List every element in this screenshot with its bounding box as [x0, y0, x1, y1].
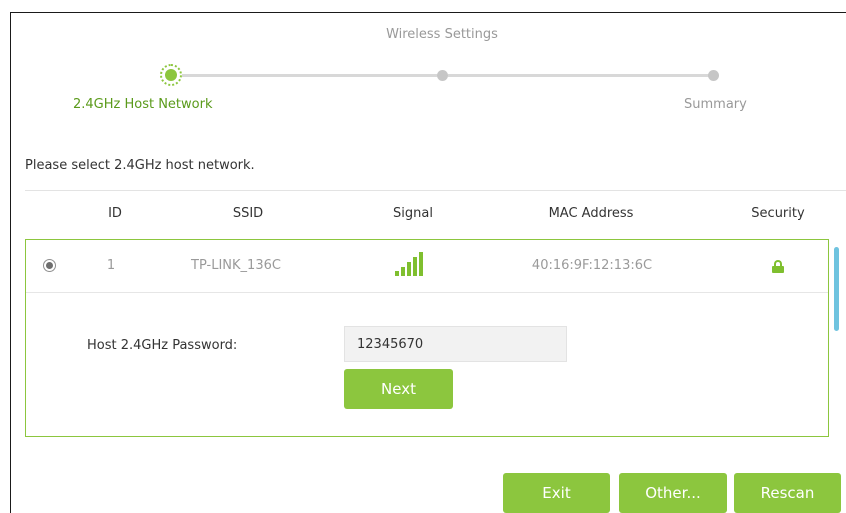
- column-header-mac: MAC Address: [548, 206, 634, 221]
- row-divider: [26, 292, 828, 293]
- step-dot-3: [708, 70, 719, 81]
- progress-track-2: [448, 74, 709, 77]
- table-header: ID SSID Signal MAC Address Security: [25, 190, 846, 239]
- row-id: 1: [106, 258, 116, 273]
- column-header-signal: Signal: [393, 206, 433, 221]
- step-dot-active: [160, 64, 182, 86]
- wizard-title: Wireless Settings: [386, 27, 498, 42]
- row-mac: 40:16:9F:12:13:6C: [531, 258, 653, 273]
- other-button[interactable]: Other...: [619, 473, 727, 513]
- column-header-security: Security: [751, 206, 805, 221]
- signal-strength-icon: [395, 250, 431, 276]
- row-ssid: TP-LINK_136C: [191, 258, 281, 273]
- column-header-id: ID: [108, 206, 122, 221]
- network-radio[interactable]: [43, 259, 56, 272]
- rescan-button[interactable]: Rescan: [734, 473, 841, 513]
- exit-button[interactable]: Exit: [503, 473, 610, 513]
- step-label-summary: Summary: [684, 97, 747, 112]
- intro-text: Please select 2.4GHz host network.: [25, 158, 255, 173]
- password-input[interactable]: [344, 326, 567, 362]
- wizard-frame: Wireless Settings 2.4GHz Host Network Su…: [0, 0, 846, 513]
- step-dot-2: [437, 70, 448, 81]
- selected-network-panel: 1 TP-LINK_136C 40:16:9F:12:13:6C Host 2.…: [25, 239, 829, 437]
- step-label-host-network: 2.4GHz Host Network: [73, 97, 213, 112]
- column-header-ssid: SSID: [232, 206, 264, 221]
- next-button[interactable]: Next: [344, 369, 453, 409]
- frame-border-top: [10, 12, 846, 13]
- frame-border-left: [10, 12, 11, 513]
- progress-track-1: [182, 74, 437, 77]
- lock-icon: [772, 260, 784, 273]
- password-label: Host 2.4GHz Password:: [87, 338, 238, 353]
- scrollbar-thumb[interactable]: [834, 247, 839, 331]
